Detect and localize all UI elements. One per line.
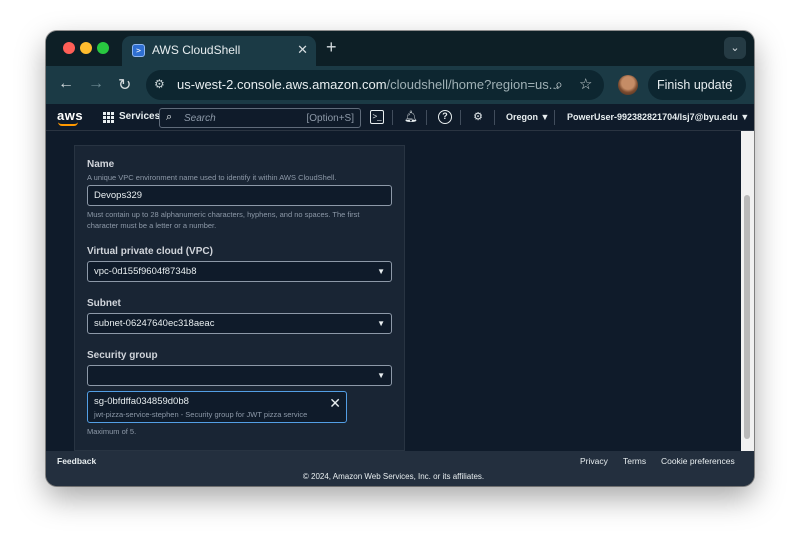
dropdown-caret-icon: ▼ [377, 267, 385, 276]
search-shortcut-hint: [Option+S] [306, 113, 354, 124]
minimize-window-button[interactable] [80, 42, 92, 54]
vpc-select[interactable]: vpc-0d155f9604f8734b8 ▼ [87, 261, 392, 282]
tab-strip: > AWS CloudShell ✕ + ⌄ [46, 31, 754, 66]
aws-search-input[interactable]: ⌕ Search [Option+S] [159, 108, 361, 128]
feedback-link[interactable]: Feedback [57, 456, 96, 466]
privacy-link[interactable]: Privacy [580, 456, 608, 466]
aws-console-nav: aws Services ⌕ Search [Option+S] >_ 🔔︎ ?… [46, 104, 754, 131]
vpc-label: Virtual private cloud (VPC) [87, 246, 213, 257]
security-group-token: sg-0bfdffa034859d0b8 jwt-pizza-service-s… [87, 391, 347, 423]
nav-divider [426, 110, 427, 125]
aws-smile-icon [58, 122, 78, 126]
name-constraint-line1: Must contain up to 28 alphanumeric chara… [87, 210, 360, 219]
nav-divider [460, 110, 461, 125]
browser-window: > AWS CloudShell ✕ + ⌄ ← → ↻ ⚙ us-west-2… [46, 31, 754, 486]
new-tab-button[interactable]: + [326, 37, 337, 58]
finish-update-button[interactable]: Finish update ⋮ [648, 70, 746, 100]
zoom-magnifier-icon[interactable]: ⌕ [555, 76, 563, 93]
cloudshell-icon[interactable]: >_ [370, 110, 384, 124]
reload-icon[interactable]: ↻ [118, 75, 131, 95]
subnet-value: subnet-06247640ec318aeac [94, 318, 215, 329]
cookie-preferences-link[interactable]: Cookie preferences [661, 456, 735, 466]
scrollbar-thumb[interactable] [744, 195, 750, 439]
address-bar[interactable]: ⚙ us-west-2.console.aws.amazon.com/cloud… [146, 70, 604, 100]
maximize-window-button[interactable] [97, 42, 109, 54]
search-icon: ⌕ [166, 111, 173, 123]
tab-title: AWS CloudShell [152, 43, 241, 57]
security-group-select[interactable]: ▼ [87, 365, 392, 386]
site-settings-icon[interactable]: ⚙ [154, 77, 165, 91]
main-content: Name A unique VPC environment name used … [46, 131, 754, 451]
subnet-label: Subnet [87, 298, 121, 309]
cloudshell-favicon-icon: > [132, 44, 145, 57]
kebab-menu-icon[interactable]: ⋮ [724, 70, 738, 100]
security-group-label: Security group [87, 350, 158, 361]
back-arrow-icon[interactable]: ← [58, 75, 74, 93]
tab-search-chevron-icon[interactable]: ⌄ [724, 37, 746, 59]
settings-gear-icon[interactable]: ⚙ [471, 110, 485, 124]
dropdown-caret-icon: ▼ [377, 319, 385, 328]
dropdown-caret-icon: ▼ [377, 371, 385, 380]
vpc-environment-form: Name A unique VPC environment name used … [74, 145, 405, 451]
close-window-button[interactable] [63, 42, 75, 54]
account-menu[interactable]: PowerUser-992382821704/lsj7@byu.edu ▼ [567, 112, 749, 122]
console-footer: Feedback Privacy Terms Cookie preference… [46, 451, 754, 486]
forward-arrow-icon[interactable]: → [88, 75, 104, 93]
url-text: us-west-2.console.aws.amazon.com/cloudsh… [177, 77, 560, 92]
notifications-bell-icon[interactable]: 🔔︎ [404, 110, 418, 124]
nav-divider [392, 110, 393, 125]
nav-divider [554, 110, 555, 125]
finish-update-label: Finish update [657, 78, 733, 92]
subnet-select[interactable]: subnet-06247640ec318aeac ▼ [87, 313, 392, 334]
vpc-value: vpc-0d155f9604f8734b8 [94, 266, 197, 277]
aws-logo[interactable]: aws [57, 108, 83, 123]
name-label: Name [87, 159, 115, 170]
help-icon[interactable]: ? [438, 110, 452, 124]
security-group-token-id: sg-0bfdffa034859d0b8 [94, 396, 189, 407]
name-constraint-line2: character must be a letter or a number. [87, 221, 217, 230]
tab-close-icon[interactable]: ✕ [297, 42, 308, 58]
search-placeholder: Search [184, 113, 216, 124]
name-description: A unique VPC environment name used to id… [87, 173, 337, 182]
name-input[interactable]: Devops329 [87, 185, 392, 206]
bookmark-star-icon[interactable]: ☆ [579, 75, 592, 93]
copyright-text: © 2024, Amazon Web Services, Inc. or its… [302, 472, 485, 481]
services-grid-icon[interactable] [103, 112, 114, 123]
terms-link[interactable]: Terms [623, 456, 646, 466]
remove-token-close-icon[interactable]: ✕ [329, 395, 341, 412]
services-menu[interactable]: Services [119, 111, 160, 122]
profile-avatar[interactable] [618, 75, 638, 95]
tab-aws-cloudshell[interactable]: > AWS CloudShell ✕ [122, 36, 316, 66]
security-group-max-note: Maximum of 5. [87, 427, 137, 436]
region-selector[interactable]: Oregon ▼ [506, 112, 549, 122]
page-scrollbar[interactable] [741, 131, 754, 451]
browser-toolbar: ← → ↻ ⚙ us-west-2.console.aws.amazon.com… [46, 66, 754, 104]
security-group-token-description: jwt-pizza-service-stephen - Security gro… [94, 410, 308, 419]
nav-divider [494, 110, 495, 125]
